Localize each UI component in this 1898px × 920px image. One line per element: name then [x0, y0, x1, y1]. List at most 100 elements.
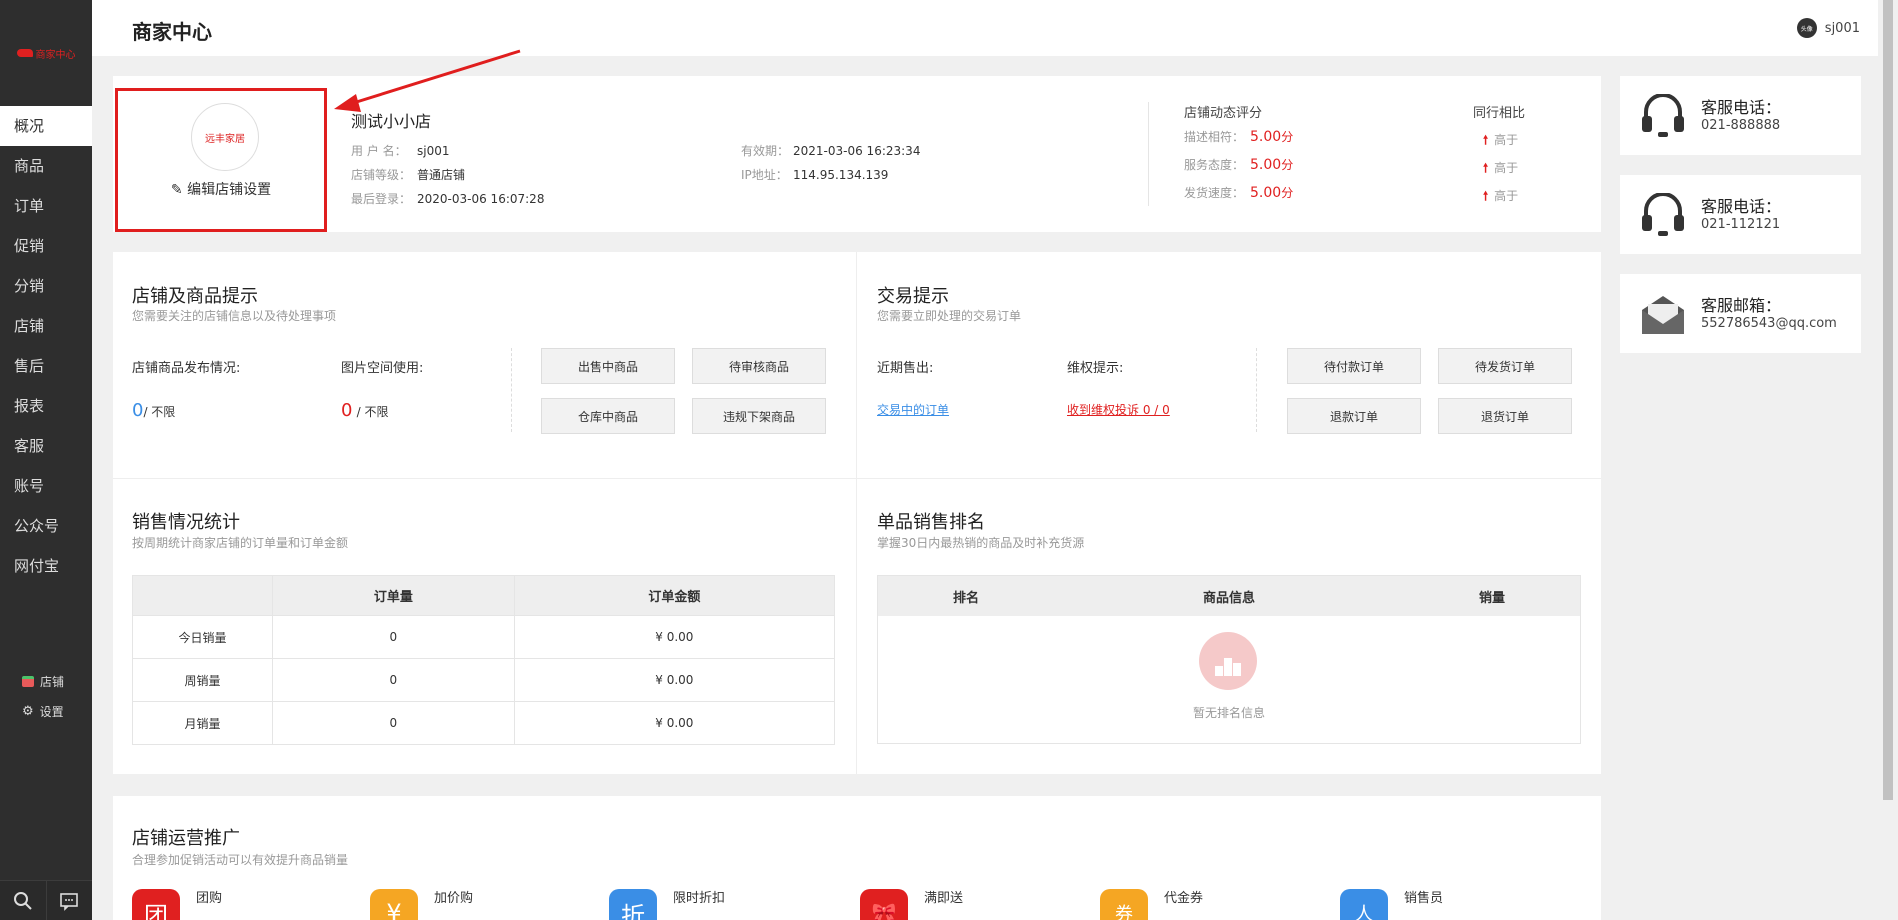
- promo-voucher[interactable]: 券 代金券: [1100, 889, 1203, 920]
- refund-orders-button[interactable]: 退款订单: [1287, 398, 1421, 434]
- space-limit: / 不限: [356, 405, 389, 419]
- compare-row: 🠕 高于: [1483, 131, 1518, 152]
- search-button[interactable]: [0, 881, 46, 920]
- header: 商家中心 头像 sj001: [92, 0, 1878, 56]
- sidebar-item-after-sales[interactable]: 售后: [0, 346, 92, 386]
- shop-logo: 远丰家居: [191, 103, 259, 171]
- message-button[interactable]: [45, 881, 93, 920]
- promo-flash-discount[interactable]: 折 限时折扣: [609, 889, 725, 920]
- recent-sold-label: 近期售出:: [877, 361, 934, 376]
- valid-row: 有效期： 2021-03-06 16:23:34: [741, 142, 920, 159]
- yen-icon: ¥: [370, 889, 418, 920]
- publish-label: 店铺商品发布情况:: [132, 361, 241, 376]
- shop-info-panel: 远丰家居 ✎ 编辑店铺设置 测试小小店 用 户 名： sj001 店铺等级： 普通店…: [113, 76, 1601, 232]
- contact-value: 021-112121: [1701, 217, 1781, 232]
- dashed-divider: [1256, 348, 1257, 432]
- rating-label: 发货速度：: [1184, 186, 1245, 200]
- sidebar-item-distribution[interactable]: 分销: [0, 266, 92, 306]
- pending-shipment-button[interactable]: 待发货订单: [1438, 348, 1572, 384]
- search-icon: [13, 891, 32, 910]
- promo-label: 加价购: [434, 891, 474, 906]
- store-tips-title: 店铺及商品提示: [132, 286, 258, 307]
- ip-value: 114.95.134.139: [793, 168, 889, 182]
- group-buy-icon: 团: [132, 889, 180, 920]
- last-login-row: 最后登录： 2020-03-06 16:07:28: [351, 190, 544, 207]
- scrollbar-thumb[interactable]: [1883, 0, 1893, 800]
- rating-value: 5.00: [1250, 129, 1282, 145]
- sidebar-item-official-account[interactable]: 公众号: [0, 506, 92, 546]
- rating-unit: 分: [1281, 158, 1294, 172]
- promo-label: 销售员: [1404, 891, 1444, 906]
- sales-title: 销售情况统计: [132, 512, 240, 533]
- sidebar: 商家中心 概况 商品 订单 促销 分销 店铺 售后 报表 客服 账号 公众号 网…: [0, 0, 92, 920]
- table-header: 排名: [952, 590, 979, 606]
- level-row: 店铺等级： 普通店铺: [351, 166, 465, 183]
- user-menu[interactable]: 头像 sj001: [1796, 18, 1860, 38]
- promo-add-price[interactable]: ¥ 加价购: [370, 889, 473, 920]
- promo-group-buy[interactable]: 团 团购: [132, 889, 222, 920]
- arrow-up-icon: 🠕: [1483, 189, 1489, 203]
- publish-count: 0: [132, 400, 144, 421]
- shop-logo-text: 远丰家居: [205, 133, 245, 145]
- table-row: 周销量 0 ¥ 0.00: [132, 658, 836, 702]
- valid-value: 2021-03-06 16:23:34: [793, 144, 921, 158]
- sidebar-item-account[interactable]: 账号: [0, 466, 92, 506]
- username-value: sj001: [417, 144, 450, 158]
- sidebar-settings-link[interactable]: ⚙ 设置: [0, 696, 92, 726]
- table-cell: 0: [272, 658, 515, 702]
- discount-icon: 折: [609, 889, 657, 920]
- arrow-up-icon: 🠕: [1483, 133, 1489, 147]
- rating-row: 发货速度： 5.00分: [1184, 184, 1293, 201]
- avatar: 头像: [1796, 18, 1817, 38]
- edit-shop-settings-link[interactable]: ✎ 编辑店铺设置: [118, 179, 324, 199]
- space-label: 图片空间使用:: [341, 361, 424, 376]
- edit-shop-settings-label: 编辑店铺设置: [187, 182, 272, 198]
- sidebar-item-customer-service[interactable]: 客服: [0, 426, 92, 466]
- sidebar-shop-link[interactable]: 店铺: [0, 666, 92, 696]
- logo-bird-icon: [16, 49, 33, 57]
- on-sale-goods-button[interactable]: 出售中商品: [541, 348, 675, 384]
- shop-avatar-box: 远丰家居 ✎ 编辑店铺设置: [115, 88, 327, 232]
- horizontal-divider: [113, 478, 1601, 479]
- sidebar-item-overview[interactable]: 概况: [0, 106, 92, 146]
- contact-card-phone-2: 客服电话： 021-112121: [1620, 175, 1861, 254]
- logo[interactable]: 商家中心: [0, 0, 92, 106]
- promotion-title: 店铺运营推广: [132, 828, 240, 849]
- page-title: 商家中心: [132, 20, 212, 44]
- promo-salesperson[interactable]: 人 销售员: [1340, 889, 1443, 920]
- table-header: 订单量: [272, 575, 515, 616]
- pending-review-goods-button[interactable]: 待审核商品: [692, 348, 826, 384]
- table-header-row: 订单量 订单金额: [132, 575, 836, 616]
- pencil-icon: ✎: [170, 182, 183, 198]
- violation-goods-button[interactable]: 违规下架商品: [692, 398, 826, 434]
- promo-label: 限时折扣: [673, 891, 726, 906]
- rating-divider: [1148, 102, 1149, 206]
- sidebar-item-store[interactable]: 店铺: [0, 306, 92, 346]
- sidebar-item-wangfubao[interactable]: 网付宝: [0, 546, 92, 586]
- sidebar-item-orders[interactable]: 订单: [0, 186, 92, 226]
- sidebar-item-goods[interactable]: 商品: [0, 146, 92, 186]
- sidebar-item-reports[interactable]: 报表: [0, 386, 92, 426]
- compare-value: 高于: [1494, 189, 1519, 203]
- contact-card-email: 客服邮箱： 552786543@qq.com: [1620, 274, 1861, 353]
- scrollbar[interactable]: [1878, 0, 1898, 920]
- rating-label: 服务态度：: [1184, 158, 1245, 172]
- headset-icon: [1640, 192, 1686, 241]
- warehouse-goods-button[interactable]: 仓库中商品: [541, 398, 675, 434]
- arrow-up-icon: 🠕: [1483, 161, 1489, 175]
- sidebar-shortcuts: 店铺 ⚙ 设置: [0, 666, 92, 726]
- contact-value: 552786543@qq.com: [1701, 316, 1837, 331]
- promo-full-gift[interactable]: 🎀 满即送: [860, 889, 963, 920]
- sidebar-item-promotion[interactable]: 促销: [0, 226, 92, 266]
- complaints-link[interactable]: 收到维权投诉 0 / 0: [1067, 401, 1170, 418]
- last-login-key: 最后登录：: [351, 192, 412, 206]
- publish-stat: 0/ 不限: [132, 400, 175, 421]
- pending-payment-button[interactable]: 待付款订单: [1287, 348, 1421, 384]
- return-orders-button[interactable]: 退货订单: [1438, 398, 1572, 434]
- rating-row: 描述相符： 5.00分: [1184, 128, 1293, 145]
- chat-icon: [60, 892, 79, 911]
- table-header: 订单金额: [513, 575, 836, 616]
- trading-orders-link[interactable]: 交易中的订单: [877, 401, 949, 418]
- gift-icon: 🎀: [860, 889, 908, 920]
- level-key: 店铺等级：: [351, 168, 412, 182]
